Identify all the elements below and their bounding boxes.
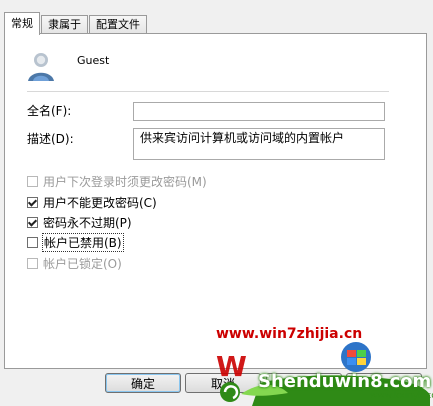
checkbox-password-never-expires[interactable]: [27, 216, 38, 228]
account-disabled-option[interactable]: 帐户已禁用(B): [27, 232, 124, 252]
cancel-button[interactable]: 取消: [185, 373, 261, 393]
password-never-expires-option[interactable]: 密码永不过期(P): [27, 214, 132, 230]
watermark-brand: Shenduwin8.com: [258, 371, 432, 392]
tab-strip: 常规 隶属于 配置文件: [4, 10, 148, 35]
divider: [27, 91, 389, 92]
user-name: Guest: [77, 54, 110, 67]
full-name-field[interactable]: [133, 102, 385, 121]
general-panel: Guest 全名(F): 描述(D): 供来宾访问计算机或访问域的内置帐户 用户…: [4, 33, 427, 369]
watermark-small-url: www.kxinyk.com: [370, 391, 433, 401]
full-name-label: 全名(F):: [27, 104, 72, 118]
checkbox-account-locked[interactable]: [27, 257, 38, 269]
option-label: 帐户已锁定(O): [43, 256, 122, 271]
description-label: 描述(D):: [27, 132, 74, 146]
option-label: 用户不能更改密码(C): [43, 195, 157, 210]
option-label: 帐户已禁用(B): [42, 232, 124, 252]
tab-profile[interactable]: 配置文件: [89, 15, 147, 34]
ok-button[interactable]: 确定: [105, 373, 181, 393]
must-change-password-option[interactable]: 用户下次登录时须更改密码(M): [27, 173, 207, 189]
checkbox-account-disabled[interactable]: [27, 236, 38, 248]
user-properties-dialog: 常规 隶属于 配置文件 Guest 全名(F): 描述(D): 供来宾访问计算机…: [0, 0, 433, 406]
tab-general[interactable]: 常规: [4, 12, 40, 35]
description-field[interactable]: 供来宾访问计算机或访问域的内置帐户: [133, 128, 385, 160]
checkbox-must-change-password[interactable]: [27, 175, 38, 187]
option-label: 用户下次登录时须更改密码(M): [43, 174, 207, 189]
user-icon: [24, 50, 58, 84]
account-locked-option[interactable]: 帐户已锁定(O): [27, 255, 122, 271]
option-label: 密码永不过期(P): [43, 215, 132, 230]
tab-member-of[interactable]: 隶属于: [41, 15, 88, 34]
cannot-change-password-option[interactable]: 用户不能更改密码(C): [27, 194, 157, 210]
watermark-url: www.win7zhijia.cn: [216, 326, 363, 342]
checkbox-cannot-change-password[interactable]: [27, 196, 38, 208]
